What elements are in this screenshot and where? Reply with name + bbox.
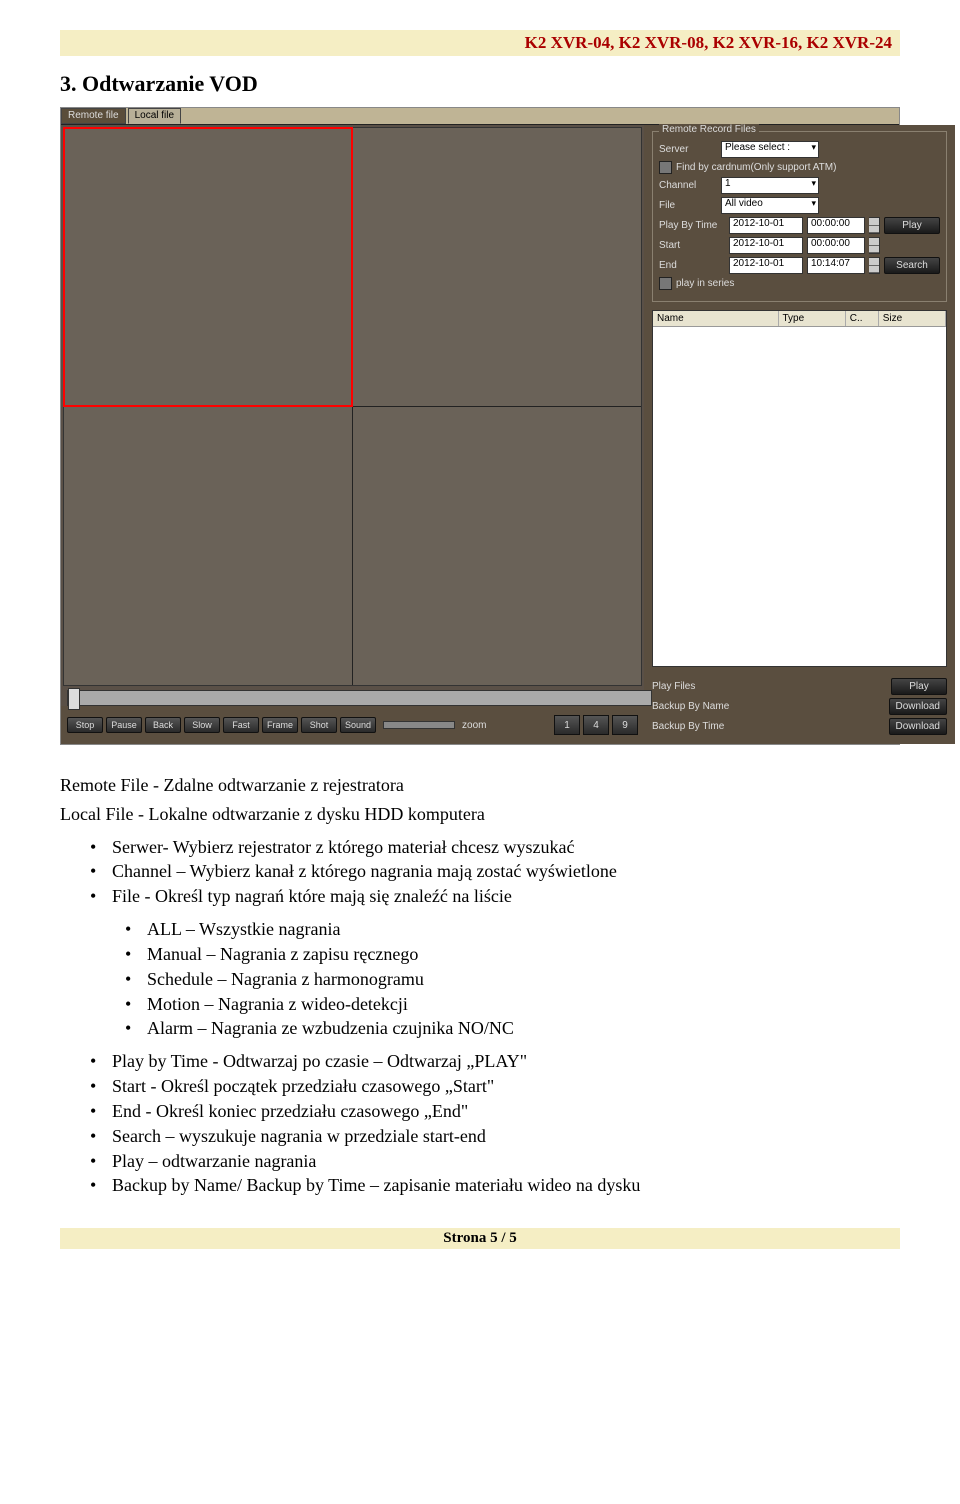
list-item: ALL – Wszystkie nagrania <box>125 917 900 942</box>
file-list: Name Type C.. Size <box>652 310 947 667</box>
tab-local-file[interactable]: Local file <box>128 108 181 124</box>
group-legend: Remote Record Files <box>659 124 759 135</box>
back-button[interactable]: Back <box>145 717 181 733</box>
server-select[interactable]: Please select : <box>721 141 819 158</box>
video-cell-1[interactable] <box>63 127 353 407</box>
list-item: Schedule – Nagrania z harmonogramu <box>125 967 900 992</box>
backup-by-name-button[interactable]: Download <box>889 698 947 715</box>
channel-label: Channel <box>659 180 717 191</box>
local-file-desc: Local File - Lokalne odtwarzanie z dysku… <box>60 802 900 827</box>
playback-controls: Stop Pause Back Slow Fast Frame Shot Sou… <box>61 706 644 744</box>
list-item: Play by Time - Odtwarzaj po czasie – Odt… <box>90 1049 900 1074</box>
shot-button[interactable]: Shot <box>301 717 337 733</box>
backup-by-time-label: Backup By Time <box>652 721 724 732</box>
play-files-button[interactable]: Play <box>891 678 947 695</box>
video-area: Stop Pause Back Slow Fast Frame Shot Sou… <box>61 125 644 744</box>
list-item: Motion – Nagrania z wideo-detekcji <box>125 992 900 1017</box>
find-by-card-label: Find by cardnum(Only support ATM) <box>676 162 836 173</box>
right-panel: Remote Record Files Server Please select… <box>644 125 955 744</box>
tab-remote-file[interactable]: Remote file <box>61 108 126 124</box>
list-item: Search – wyszukuje nagrania w przedziale… <box>90 1124 900 1149</box>
play-in-series-label: play in series <box>676 278 734 289</box>
backup-by-time-button[interactable]: Download <box>889 718 947 735</box>
pause-button[interactable]: Pause <box>106 717 142 733</box>
fast-button[interactable]: Fast <box>223 717 259 733</box>
file-select[interactable]: All video <box>721 197 819 214</box>
backup-by-name-label: Backup By Name <box>652 701 729 712</box>
list-item: Alarm – Nagrania ze wzbudzenia czujnika … <box>125 1016 900 1041</box>
list-item: End - Określ koniec przedziału czasowego… <box>90 1099 900 1124</box>
end-date-input[interactable]: 2012-10-01 <box>729 257 803 274</box>
list-item: Channel – Wybierz kanał z którego nagran… <box>90 859 900 884</box>
list-item: Start - Określ początek przedziału czaso… <box>90 1074 900 1099</box>
play-by-time-label: Play By Time <box>659 220 725 231</box>
layout-1-button[interactable]: 1 <box>554 715 580 735</box>
col-name[interactable]: Name <box>653 311 779 326</box>
start-time-input[interactable]: 00:00:00 <box>807 237 865 254</box>
col-size[interactable]: Size <box>879 311 946 326</box>
channel-select[interactable]: 1 <box>721 177 819 194</box>
find-by-card-checkbox[interactable] <box>659 161 672 174</box>
list-item: File - Określ typ nagrań które mają się … <box>90 884 900 909</box>
frame-button[interactable]: Frame <box>262 717 298 733</box>
list-item: Serwer- Wybierz rejestrator z którego ma… <box>90 835 900 860</box>
video-cell-2[interactable] <box>353 128 641 406</box>
body-text: Remote File - Zdalne odtwarzanie z rejes… <box>60 773 900 1198</box>
file-label: File <box>659 200 717 211</box>
page-footer: Strona 5 / 5 <box>60 1228 900 1249</box>
list-item: Backup by Name/ Backup by Time – zapisan… <box>90 1173 900 1198</box>
video-cell-3[interactable] <box>64 407 352 685</box>
pbt-spinner[interactable] <box>869 217 880 234</box>
app-screenshot: Remote file Local file Stop Pause Back <box>60 107 900 745</box>
video-cell-4[interactable] <box>353 407 641 685</box>
layout-4-button[interactable]: 4 <box>583 715 609 735</box>
bottom-actions: Play Files Play Backup By Name Download … <box>652 675 947 738</box>
start-date-input[interactable]: 2012-10-01 <box>729 237 803 254</box>
main-list-2: Play by Time - Odtwarzaj po czasie – Odt… <box>60 1049 900 1198</box>
remote-record-files-group: Remote Record Files Server Please select… <box>652 131 947 302</box>
pbt-date-input[interactable]: 2012-10-01 <box>729 217 803 234</box>
page-header: K2 XVR-04, K2 XVR-08, K2 XVR-16, K2 XVR-… <box>60 30 900 56</box>
layout-9-button[interactable]: 9 <box>612 715 638 735</box>
stop-button[interactable]: Stop <box>67 717 103 733</box>
remote-file-desc: Remote File - Zdalne odtwarzanie z rejes… <box>60 773 900 798</box>
pbt-time-input[interactable]: 00:00:00 <box>807 217 865 234</box>
col-type[interactable]: Type <box>779 311 846 326</box>
end-time-input[interactable]: 10:14:07 <box>807 257 865 274</box>
play-button[interactable]: Play <box>884 217 940 234</box>
file-list-header: Name Type C.. Size <box>653 311 946 327</box>
list-item: Play – odtwarzanie nagrania <box>90 1149 900 1174</box>
tab-bar: Remote file Local file <box>61 108 899 124</box>
end-label: End <box>659 260 725 271</box>
start-label: Start <box>659 240 725 251</box>
list-item: Manual – Nagrania z zapisu ręcznego <box>125 942 900 967</box>
zoom-label: zoom <box>462 720 486 731</box>
file-list-body <box>653 327 946 666</box>
server-label: Server <box>659 144 717 155</box>
playback-timeline[interactable] <box>67 690 652 706</box>
play-files-label: Play Files <box>652 681 695 692</box>
section-title: 3. Odtwarzanie VOD <box>60 71 900 97</box>
search-button[interactable]: Search <box>884 257 940 274</box>
start-spinner[interactable] <box>869 237 880 254</box>
timeline-thumb[interactable] <box>68 688 80 710</box>
video-grid <box>63 127 642 686</box>
main-list: Serwer- Wybierz rejestrator z którego ma… <box>60 835 900 909</box>
col-c[interactable]: C.. <box>846 311 879 326</box>
slow-button[interactable]: Slow <box>184 717 220 733</box>
zoom-slider[interactable] <box>383 721 455 729</box>
nested-list: ALL – Wszystkie nagrania Manual – Nagran… <box>60 917 900 1041</box>
play-in-series-checkbox[interactable] <box>659 277 672 290</box>
sound-button[interactable]: Sound <box>340 717 376 733</box>
end-spinner[interactable] <box>869 257 880 274</box>
